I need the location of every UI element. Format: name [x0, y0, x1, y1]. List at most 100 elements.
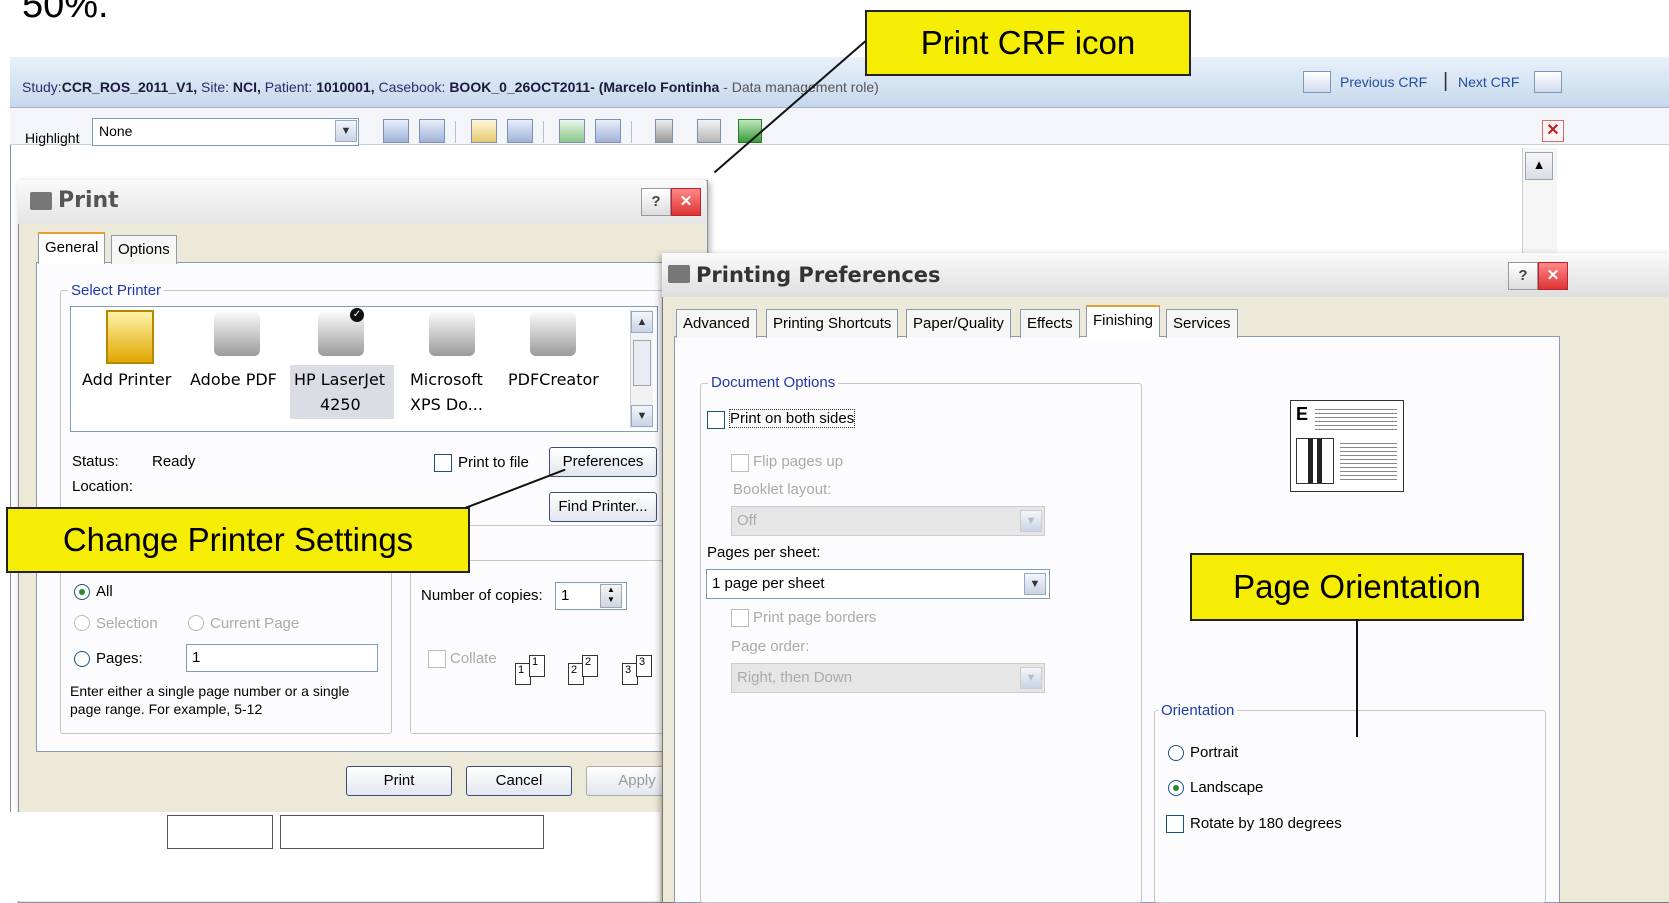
print-page-borders-checkbox[interactable]	[731, 609, 749, 627]
delete-icon[interactable]	[655, 119, 673, 143]
tab-services[interactable]: Services	[1166, 309, 1238, 338]
toolbar-divider	[543, 121, 544, 143]
range-selection-radio[interactable]	[74, 615, 90, 631]
portrait-radio[interactable]	[1168, 745, 1184, 761]
add-printer-icon[interactable]	[106, 310, 154, 364]
collate-page-icon: 2	[582, 655, 598, 677]
printer-name[interactable]: Add Printer	[82, 370, 171, 389]
pdfcreator-printer-icon[interactable]	[530, 312, 576, 356]
print-both-sides-checkbox[interactable]	[707, 411, 725, 429]
printer-name-line2: XPS Do...	[410, 395, 483, 414]
scroll-up-button[interactable]: ▲	[1525, 152, 1553, 180]
printer-name[interactable]: PDFCreator	[508, 370, 599, 389]
form-icon[interactable]	[507, 119, 533, 143]
printer-list-scroll-thumb[interactable]	[633, 340, 651, 386]
close-print-dialog-button[interactable]: ✕	[671, 188, 701, 216]
cancel-button[interactable]: Cancel	[466, 766, 572, 796]
booklet-layout-value: Off	[737, 512, 757, 529]
help-button[interactable]: ?	[1508, 262, 1538, 290]
printer-name[interactable]: HP LaserJet	[294, 370, 385, 389]
printer-icon	[30, 192, 52, 210]
tab-advanced[interactable]: Advanced	[676, 309, 757, 338]
page-order-dropdown-button[interactable]: ▼	[1020, 667, 1042, 689]
range-all-radio[interactable]	[74, 584, 90, 600]
tab-paper-quality[interactable]: Paper/Quality	[906, 309, 1011, 338]
range-current-page-label: Current Page	[210, 615, 300, 632]
tab-effects[interactable]: Effects	[1020, 309, 1080, 338]
collate-page-icon: 3	[636, 655, 652, 677]
printer-name[interactable]: Adobe PDF	[190, 370, 277, 389]
verify-icon[interactable]	[559, 119, 585, 143]
callout-page-orientation: Page Orientation	[1190, 553, 1524, 621]
range-current-page-radio[interactable]	[188, 615, 204, 631]
print-crf-icon[interactable]	[697, 119, 721, 143]
portrait-label: Portrait	[1190, 744, 1239, 761]
printer-list-scroll-up[interactable]: ▲	[631, 311, 653, 333]
default-printer-check-icon: ✓	[350, 308, 364, 322]
location-label: Location:	[72, 478, 133, 495]
preferences-button[interactable]: Preferences	[549, 447, 657, 477]
page-order-label: Page order:	[731, 638, 810, 655]
find-printer-button[interactable]: Find Printer...	[549, 492, 657, 522]
tab-finishing[interactable]: Finishing	[1086, 305, 1161, 337]
copies-input-value: 1	[561, 587, 570, 604]
crf-form-field[interactable]	[280, 815, 544, 849]
booklet-dropdown-button[interactable]: ▼	[1020, 510, 1042, 532]
pages-per-sheet-select[interactable]: 1 page per sheet	[706, 569, 1050, 599]
collate-label: Collate	[450, 650, 497, 667]
copy-crf-icon[interactable]	[419, 119, 445, 143]
range-pages-radio[interactable]	[74, 651, 90, 667]
booklet-layout-select[interactable]: Off	[731, 506, 1045, 536]
highlight-select[interactable]: None	[92, 118, 359, 146]
crf-form-field[interactable]	[167, 815, 273, 849]
range-all-label: All	[96, 583, 113, 600]
orientation-label: Orientation	[1158, 702, 1238, 719]
tab-general[interactable]: General	[38, 232, 106, 264]
crf-header-text: Study:CCR_ROS_2011_V1, Site: NCI, Patien…	[22, 79, 879, 95]
select-printer-label: Select Printer	[68, 282, 165, 299]
list-icon[interactable]	[595, 119, 621, 143]
close-crf-icon[interactable]: ✕	[1542, 120, 1564, 142]
rotate-180-checkbox[interactable]	[1166, 815, 1184, 833]
close-preferences-button[interactable]: ✕	[1538, 262, 1568, 290]
previous-crf-icon[interactable]	[1303, 71, 1331, 93]
print-to-file-label: Print to file	[458, 454, 529, 471]
range-hint: page range. For example, 5-12	[70, 701, 263, 717]
xps-printer-icon[interactable]	[429, 312, 475, 356]
add-crf-icon[interactable]	[383, 119, 409, 143]
flip-pages-up-checkbox[interactable]	[731, 454, 749, 472]
pages-per-sheet-dropdown-button[interactable]: ▼	[1024, 573, 1046, 595]
help-button[interactable]: ?	[641, 188, 671, 216]
edit-icon[interactable]	[471, 119, 497, 143]
booklet-layout-label: Booklet layout:	[733, 481, 832, 498]
tab-options[interactable]: Options	[111, 235, 177, 264]
copies-spinner[interactable]: ▲ ▼	[600, 584, 622, 608]
printer-name[interactable]: Microsoft	[410, 370, 483, 389]
landscape-label: Landscape	[1190, 779, 1264, 796]
collate-page-icon: 1	[529, 655, 545, 677]
next-crf-link[interactable]: Next CRF	[1458, 74, 1519, 90]
printer-icon	[668, 265, 690, 283]
pages-per-sheet-value: 1 page per sheet	[712, 575, 825, 592]
collate-checkbox[interactable]	[428, 650, 446, 668]
status-value: Ready	[152, 453, 196, 470]
printer-list-scroll-down[interactable]: ▼	[631, 405, 653, 427]
tab-printing-shortcuts[interactable]: Printing Shortcuts	[766, 309, 899, 338]
print-to-file-checkbox[interactable]	[434, 454, 452, 472]
callout-leader-line	[1356, 619, 1358, 737]
toolbar-divider	[455, 121, 456, 143]
range-hint: Enter either a single page number or a s…	[70, 683, 350, 699]
highlight-dropdown-button[interactable]: ▼	[335, 120, 357, 142]
pages-per-sheet-label: Pages per sheet:	[707, 544, 821, 561]
print-button[interactable]: Print	[346, 766, 452, 796]
print-dialog-titlebar	[18, 180, 706, 224]
highlight-select-value: None	[99, 123, 133, 139]
adobe-pdf-printer-icon[interactable]	[214, 312, 260, 356]
next-crf-icon[interactable]	[1534, 71, 1562, 93]
flip-pages-up-label: Flip pages up	[753, 453, 844, 470]
landscape-radio[interactable]	[1168, 780, 1184, 796]
toolbar-divider	[631, 121, 632, 143]
page-order-select[interactable]: Right, then Down	[731, 663, 1045, 693]
pages-input[interactable]: 1	[186, 644, 378, 672]
previous-crf-link[interactable]: Previous CRF	[1340, 74, 1427, 90]
